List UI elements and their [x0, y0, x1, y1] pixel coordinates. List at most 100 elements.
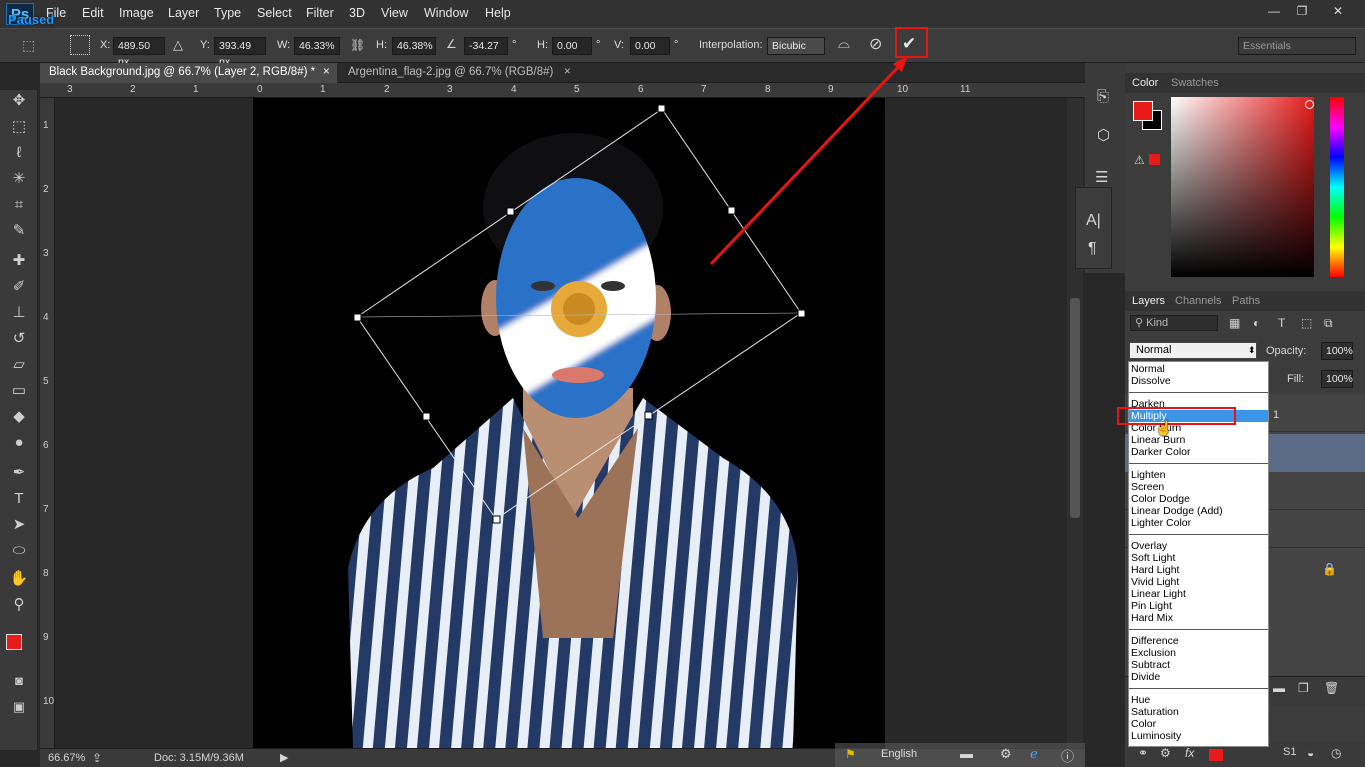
- blend-option[interactable]: Soft Light: [1129, 552, 1268, 564]
- close-window-button[interactable]: ✕: [1326, 2, 1350, 20]
- menu-edit[interactable]: Edit: [82, 6, 104, 20]
- blend-option[interactable]: Hard Light: [1129, 564, 1268, 576]
- blend-option[interactable]: Darker Color: [1129, 446, 1268, 458]
- mask-icon[interactable]: [1209, 749, 1223, 761]
- scroll-thumb[interactable]: [1070, 298, 1080, 518]
- blend-option[interactable]: Screen: [1129, 481, 1268, 493]
- blend-option[interactable]: Normal: [1129, 363, 1268, 375]
- menu-window[interactable]: Window: [424, 6, 468, 20]
- blend-option[interactable]: Difference: [1129, 635, 1268, 647]
- y-field[interactable]: 393.49 px: [214, 37, 266, 68]
- menu-select[interactable]: Select: [257, 6, 292, 20]
- menu-type[interactable]: Type: [214, 6, 241, 20]
- gamut-color-swatch[interactable]: [1149, 154, 1160, 165]
- menu-file[interactable]: File: [46, 6, 66, 20]
- share-icon[interactable]: ⇪: [92, 751, 102, 765]
- 3d-panel-icon[interactable]: ⬡: [1097, 126, 1110, 144]
- filter-adjustment-icon[interactable]: ◐: [1253, 316, 1260, 330]
- tab-close-icon[interactable]: ×: [564, 63, 571, 82]
- color-field[interactable]: [1171, 97, 1314, 277]
- blend-option[interactable]: Color: [1129, 718, 1268, 730]
- tab-paths[interactable]: Paths: [1232, 295, 1260, 307]
- layer-filter-kind[interactable]: ⚲ Kind: [1130, 315, 1218, 331]
- color-picker-ring[interactable]: [1305, 100, 1314, 109]
- blend-option[interactable]: Lighten: [1129, 469, 1268, 481]
- magic-wand-icon[interactable]: ✳: [8, 168, 30, 190]
- zoom-level[interactable]: 66.67%: [48, 752, 85, 764]
- tab-argentina-flag[interactable]: Argentina_flag-2.jpg @ 66.7% (RGB/8#) ×: [339, 63, 579, 83]
- interpolation-select[interactable]: Bicubic: [767, 37, 825, 55]
- tab-color[interactable]: Color: [1132, 77, 1158, 89]
- blur-tool-icon[interactable]: ◆: [8, 406, 30, 428]
- taskbar-info-icon[interactable]: ⓘ: [1061, 746, 1074, 765]
- history-brush-icon[interactable]: ↺: [8, 328, 30, 350]
- menu-filter[interactable]: Filter: [306, 6, 334, 20]
- tray-icon[interactable]: ⚙: [1160, 746, 1171, 760]
- blend-option[interactable]: Overlay: [1129, 540, 1268, 552]
- delta-icon[interactable]: △: [173, 37, 183, 53]
- warp-icon[interactable]: ⌓: [838, 35, 850, 52]
- menu-help[interactable]: Help: [485, 6, 511, 20]
- menu-3d[interactable]: 3D: [349, 6, 365, 20]
- s1-icon[interactable]: S1: [1283, 746, 1296, 758]
- history-panel-icon[interactable]: ⎘: [1097, 88, 1109, 105]
- blend-option[interactable]: Subtract: [1129, 659, 1268, 671]
- eyedropper-icon[interactable]: ✎: [8, 220, 30, 242]
- taskbar-tray-icon[interactable]: ▬: [960, 746, 973, 761]
- menu-view[interactable]: View: [381, 6, 408, 20]
- link-icon[interactable]: ⛓: [350, 38, 365, 52]
- blend-option[interactable]: Hue: [1129, 694, 1268, 706]
- menu-layer[interactable]: Layer: [168, 6, 199, 20]
- link-layers-icon[interactable]: ⚭: [1138, 746, 1148, 760]
- blend-option[interactable]: Luminosity: [1129, 730, 1268, 742]
- character-panel-icon[interactable]: A|: [1086, 212, 1101, 230]
- blend-option[interactable]: Exclusion: [1129, 647, 1268, 659]
- fill-field[interactable]: 100%: [1321, 370, 1353, 388]
- fx-icon[interactable]: fx: [1185, 746, 1194, 760]
- gamut-warning-icon[interactable]: ⚠: [1134, 153, 1145, 167]
- dodge-tool-icon[interactable]: ●: [8, 432, 30, 454]
- blend-option[interactable]: Saturation: [1129, 706, 1268, 718]
- pen-tool-icon[interactable]: ✒: [8, 462, 30, 484]
- blend-mode-select[interactable]: Normal ⬍: [1129, 342, 1257, 359]
- blend-option[interactable]: Dissolve: [1129, 375, 1268, 387]
- blend-option[interactable]: Pin Light: [1129, 600, 1268, 612]
- filter-shape-icon[interactable]: ⬚: [1301, 316, 1312, 330]
- path-selection-icon[interactable]: ➤: [8, 514, 30, 536]
- restore-button[interactable]: ❐: [1290, 2, 1314, 20]
- taskbar-app-icon[interactable]: ⚑: [845, 747, 856, 761]
- type-tool-icon[interactable]: T: [8, 488, 30, 510]
- h-field[interactable]: 46.38%: [392, 37, 436, 55]
- tab-black-background[interactable]: Black Background.jpg @ 66.7% (Layer 2, R…: [40, 63, 337, 83]
- new-layer-icon[interactable]: ❐: [1298, 681, 1309, 695]
- blend-option[interactable]: Linear Light: [1129, 588, 1268, 600]
- ellipse-tool-icon[interactable]: ⬭: [8, 540, 30, 562]
- tab-swatches[interactable]: Swatches: [1171, 77, 1219, 89]
- gradient-tool-icon[interactable]: ▭: [8, 380, 30, 402]
- delete-layer-icon[interactable]: 🗑: [1324, 681, 1339, 695]
- chat-icon[interactable]: ◒: [1307, 746, 1314, 760]
- foreground-color-swatch[interactable]: [6, 634, 22, 650]
- taskbar-settings-icon[interactable]: ⚙: [1000, 746, 1012, 762]
- menu-image[interactable]: Image: [119, 6, 154, 20]
- tab-channels[interactable]: Channels: [1175, 295, 1221, 307]
- workspace-select[interactable]: Essentials: [1238, 37, 1356, 55]
- document-canvas[interactable]: [253, 98, 885, 748]
- fg-color-swatch[interactable]: [1133, 101, 1153, 121]
- healing-brush-icon[interactable]: ✚: [8, 250, 30, 272]
- paragraph-panel-icon[interactable]: ¶: [1088, 240, 1097, 258]
- quick-mask-icon[interactable]: ◙: [8, 670, 30, 692]
- status-menu-arrow-icon[interactable]: ▶: [280, 751, 288, 764]
- filter-smart-object-icon[interactable]: ⧉: [1324, 316, 1333, 331]
- properties-panel-icon[interactable]: ☰: [1095, 168, 1108, 186]
- stamp-tool-icon[interactable]: ⊥: [8, 302, 30, 324]
- blend-option[interactable]: Linear Burn: [1129, 434, 1268, 446]
- zoom-tool-icon[interactable]: ⚲: [8, 594, 30, 616]
- hue-slider[interactable]: [1330, 97, 1344, 277]
- browser-icon[interactable]: ℯ: [1030, 746, 1038, 762]
- brush-tool-icon[interactable]: ✐: [8, 276, 30, 298]
- cancel-transform-icon[interactable]: ⊘: [869, 34, 882, 54]
- clock-icon[interactable]: ◷: [1331, 746, 1341, 760]
- screen-mode-icon[interactable]: ▣: [8, 696, 30, 718]
- crop-tool-icon[interactable]: ⌗: [8, 194, 30, 216]
